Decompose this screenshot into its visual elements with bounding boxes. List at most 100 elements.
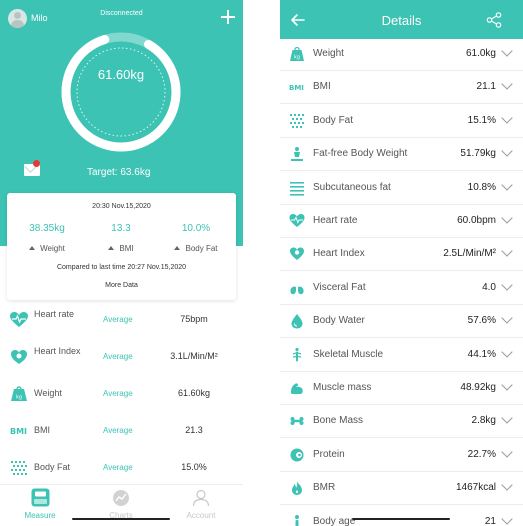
detail-value: 21 [484, 515, 496, 526]
target-weight[interactable]: Target: 63.6kg [87, 167, 150, 178]
row-status: Average [103, 352, 133, 361]
detail-row-protein[interactable]: Protein 22.7% [280, 438, 523, 472]
detail-value: 61.0kg [465, 48, 496, 59]
chevron-down-icon[interactable] [501, 178, 513, 191]
list-row-heart-rate[interactable]: Heart rate Average 75bpm [0, 302, 243, 338]
list-row-body-fat[interactable]: Body Fat Average 15.0% [0, 450, 243, 486]
chevron-down-icon[interactable] [501, 446, 513, 458]
detail-value: 4.0 [482, 281, 496, 293]
detail-row-weight[interactable]: kg Weight 61.0kg [280, 37, 523, 71]
fat-free-icon [291, 147, 303, 162]
visceral-fat-icon [290, 281, 304, 295]
bmi-icon: BMI [10, 427, 27, 436]
up-arrow-icon [174, 246, 181, 250]
heart-index-icon [11, 350, 27, 364]
subcutaneous-fat-icon [290, 181, 304, 196]
scale-icon [31, 488, 50, 507]
weight-gauge [61, 32, 181, 152]
detail-name: Body Fat [313, 114, 354, 126]
detail-row-bmr[interactable]: BMR 1467kcal [280, 471, 523, 506]
notification-badge [33, 160, 40, 167]
home-indicator [72, 518, 170, 520]
row-value: 61.60kg [177, 388, 211, 398]
chevron-down-icon[interactable] [501, 212, 513, 224]
detail-row-body-age[interactable]: Body age 21 [280, 505, 523, 526]
detail-name: Heart rate [313, 215, 358, 226]
chart-icon [113, 490, 129, 506]
detail-row-muscle-mass[interactable]: Muscle mass 48.92kg [280, 371, 523, 405]
chevron-down-icon[interactable] [501, 512, 513, 525]
add-icon[interactable] [220, 9, 236, 25]
detail-value: 15.1% [467, 114, 496, 126]
chevron-down-icon[interactable] [501, 145, 513, 157]
chevron-down-icon[interactable] [501, 379, 513, 391]
compare-text: Compared to last time 20:27 Nov.15,2020 [56, 264, 187, 271]
weight-icon: kg [290, 46, 304, 61]
share-icon[interactable] [486, 12, 502, 28]
tab-label: Account [186, 511, 216, 520]
detail-name: Visceral Fat [313, 281, 366, 293]
detail-row-fat-free-body-weight[interactable]: Fat-free Body Weight 51.79kg [280, 137, 523, 172]
detail-row-bmi[interactable]: BMI BMI 21.1 [280, 70, 523, 105]
list-row-bmi[interactable]: BMI BMI Average 21.3 [0, 413, 243, 449]
detail-value: 22.7% [467, 448, 496, 460]
detail-value: 44.1% [467, 348, 496, 360]
body-fat-icon [290, 113, 304, 128]
detail-value: 2.8kg [471, 415, 496, 427]
more-data-link[interactable]: More Data [7, 282, 236, 289]
tab-label: Measure [24, 511, 56, 520]
detail-value: 57.6% [467, 315, 496, 327]
tab-measure[interactable]: Measure [0, 485, 80, 526]
detail-name: Subcutaneous fat [313, 181, 391, 193]
bone-icon [290, 417, 304, 426]
account-icon [192, 489, 210, 507]
chevron-down-icon[interactable] [501, 412, 513, 425]
row-value: 3.1L/Min/M² [170, 351, 218, 361]
metric-bodyfat: Body Fat [156, 244, 236, 253]
chevron-down-icon[interactable] [501, 245, 513, 258]
chevron-down-icon[interactable] [501, 45, 513, 57]
detail-name: Heart Index [313, 248, 365, 260]
metric-bmi-label: BMI [119, 244, 134, 253]
chevron-down-icon[interactable] [501, 312, 513, 324]
muscle-icon [291, 383, 303, 394]
water-drop-icon [291, 314, 303, 329]
chevron-down-icon[interactable] [501, 279, 513, 291]
detail-row-body-water[interactable]: Body Water 57.6% [280, 304, 523, 339]
detail-name: Bone Mass [313, 415, 364, 427]
detail-row-bone-mass[interactable]: Bone Mass 2.8kg [280, 404, 523, 439]
chevron-down-icon[interactable] [501, 112, 513, 124]
chevron-down-icon[interactable] [501, 78, 513, 91]
current-weight: 61.60kg [97, 67, 145, 82]
detail-row-body-fat[interactable]: Body Fat 15.1% [280, 104, 523, 138]
details-screen: Details kg Weight 61.0kg BMI BMI 21.1 Body Fat… [280, 0, 523, 526]
details-header: Details [280, 0, 523, 39]
chevron-down-icon[interactable] [501, 345, 513, 358]
detail-row-subcutaneous-fat[interactable]: Subcutaneous fat 10.8% [280, 171, 523, 205]
detail-row-heart-rate[interactable]: Heart rate 60.0bpm [280, 204, 523, 238]
detail-name: Weight [313, 48, 344, 59]
detail-name: Protein [313, 448, 345, 460]
chevron-down-icon[interactable] [501, 479, 513, 491]
detail-row-skeletal-muscle[interactable]: Skeletal Muscle 44.1% [280, 338, 523, 372]
detail-name: Skeletal Muscle [313, 348, 384, 360]
body-fat-icon [11, 461, 27, 475]
svg-text:kg: kg [16, 395, 22, 401]
tab-account[interactable]: Account [161, 485, 241, 526]
bmi-icon: BMI [289, 84, 304, 92]
list-row-weight[interactable]: kg Weight Average 61.60kg [0, 376, 243, 412]
detail-row-visceral-fat[interactable]: Visceral Fat 4.0 [280, 271, 523, 305]
detail-row-heart-index[interactable]: Heart Index 2.5L/Min/M² [280, 237, 523, 272]
list-row-heart-index[interactable]: Heart Index Average 3.1L/Min/M² [0, 339, 243, 375]
detail-value: 51.79kg [460, 148, 496, 160]
row-name: Heart Index [34, 346, 81, 356]
row-value: 15.0% [181, 462, 207, 472]
row-name: BMI [34, 425, 51, 435]
metric-weight: Weight [7, 244, 87, 253]
measure-screen: Milo Disconnected 61.60kg Target: 63.6kg… [0, 0, 243, 526]
metric-bmi: BMI [81, 244, 161, 253]
protein-icon [290, 448, 304, 462]
metric-bodyfat-value: 10.0% [181, 223, 211, 234]
metric-bodyfat-label: Body Fat [185, 244, 218, 253]
body-age-icon [295, 514, 299, 526]
